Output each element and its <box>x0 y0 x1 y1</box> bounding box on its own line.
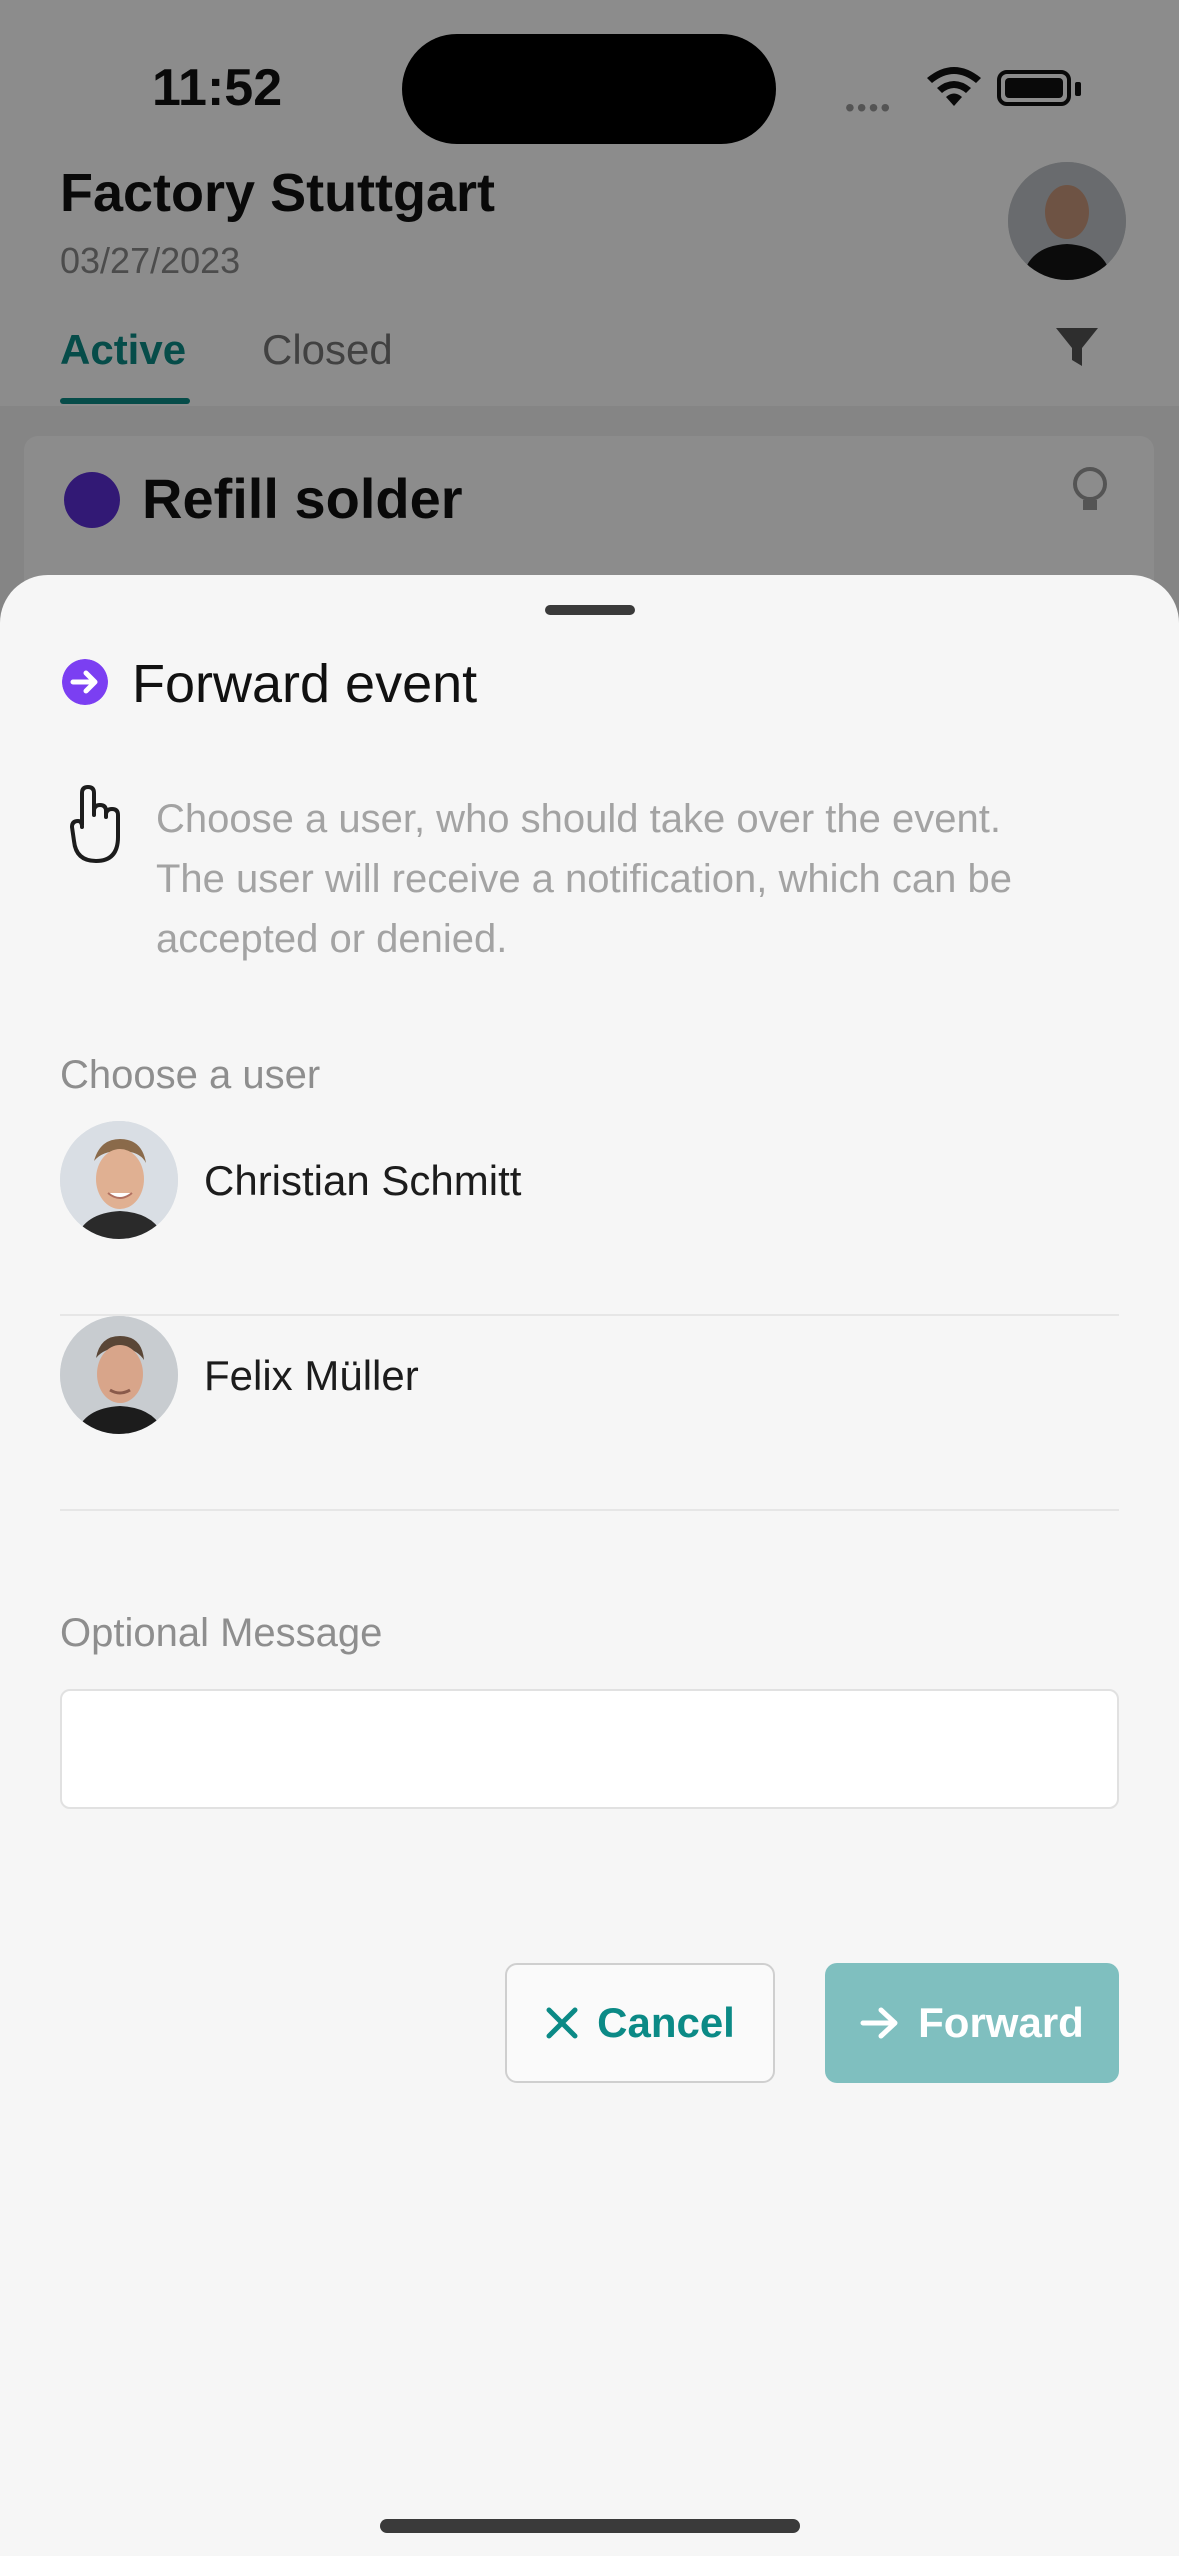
cancel-button[interactable]: Cancel <box>505 1963 775 2083</box>
forward-button[interactable]: Forward <box>825 1963 1119 2083</box>
forward-circle-icon <box>62 659 108 705</box>
user-option[interactable]: Christian Schmitt <box>60 1121 1119 1316</box>
sheet-grabber[interactable] <box>545 605 635 615</box>
arrow-right-icon <box>860 2007 898 2039</box>
close-icon <box>546 2007 578 2039</box>
choose-user-label: Choose a user <box>60 1053 321 1097</box>
home-indicator[interactable] <box>380 2519 800 2533</box>
avatar <box>60 1316 178 1434</box>
pointing-hand-icon <box>70 785 120 863</box>
user-option[interactable]: Felix Müller <box>60 1316 1119 1511</box>
sheet-title: Forward event <box>132 654 478 714</box>
forward-event-sheet: Forward event Choose a user, who should … <box>0 575 1179 2556</box>
optional-message-label: Optional Message <box>60 1611 383 1655</box>
hint-text: Choose a user, who should take over the … <box>156 797 1012 961</box>
optional-message-input[interactable] <box>60 1689 1119 1809</box>
forward-label: Forward <box>918 1999 1084 2046</box>
user-name: Felix Müller <box>204 1352 419 1399</box>
cancel-label: Cancel <box>597 1999 735 2046</box>
user-name: Christian Schmitt <box>204 1157 522 1204</box>
avatar <box>60 1121 178 1239</box>
